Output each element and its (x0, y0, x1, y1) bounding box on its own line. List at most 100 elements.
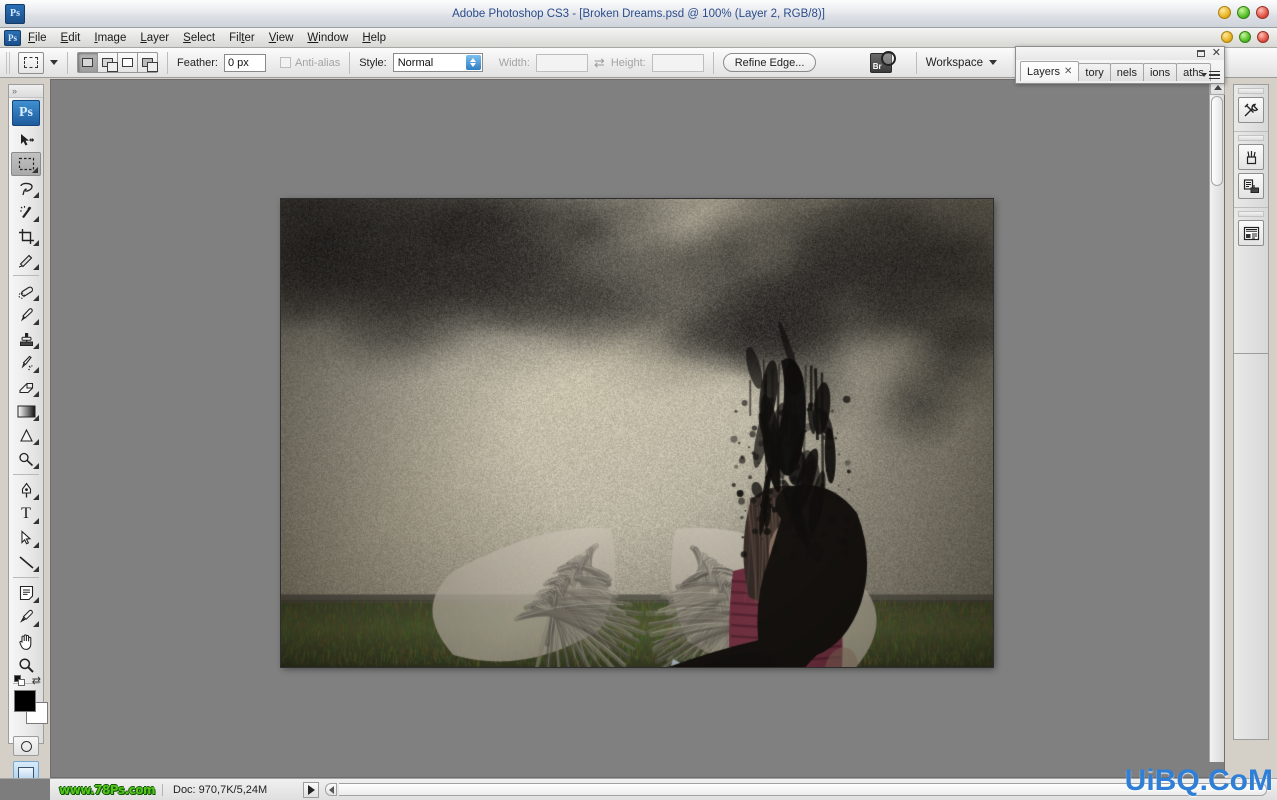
tab-close-icon[interactable]: ✕ (1064, 66, 1072, 77)
rectangular-marquee-icon (24, 57, 38, 68)
magic-wand-tool[interactable] (11, 200, 41, 224)
crop-tool[interactable] (11, 224, 41, 248)
tool-preset-chevron-down-icon[interactable] (50, 60, 58, 65)
scroll-left-button[interactable] (325, 783, 337, 796)
photoshop-window: Ps Adobe Photoshop CS3 - [Broken Dreams.… (0, 0, 1277, 800)
type-tool-icon: T (21, 506, 31, 522)
subtract-from-selection-button[interactable] (117, 52, 138, 73)
lasso-tool[interactable] (11, 176, 41, 200)
menu-select[interactable]: Select (176, 30, 222, 46)
title-bar: Ps Adobe Photoshop CS3 - [Broken Dreams.… (0, 0, 1277, 28)
tool-presets-icon[interactable] (1238, 97, 1264, 123)
menu-file[interactable]: File (21, 30, 54, 46)
tools-panel-collapse-handle[interactable]: » (9, 85, 43, 98)
default-colors-icon[interactable] (14, 675, 25, 686)
intersect-with-selection-button[interactable] (137, 52, 158, 73)
floating-panel-titlebar[interactable]: ✕ (1016, 47, 1224, 60)
minimize-icon[interactable] (1197, 50, 1205, 57)
style-select[interactable]: Normal (393, 53, 483, 72)
minimize-button[interactable] (1218, 6, 1231, 19)
tab-actions[interactable]: ions (1143, 63, 1177, 81)
swap-dimensions-icon[interactable]: ⇄ (594, 55, 605, 71)
pen-tool[interactable] (11, 478, 41, 502)
clone-stamp-tool[interactable] (11, 327, 41, 351)
menu-image[interactable]: Image (87, 30, 133, 46)
vertical-scroll-thumb[interactable] (1211, 96, 1223, 186)
blur-tool[interactable] (11, 423, 41, 447)
foreground-color-swatch[interactable] (14, 690, 36, 712)
menu-bar: Ps File Edit Image Layer Select Filter V… (0, 28, 1277, 48)
close-button[interactable] (1256, 6, 1269, 19)
hand-tool[interactable] (11, 629, 41, 653)
dodge-tool[interactable] (11, 447, 41, 471)
panel-menu-icon[interactable] (1201, 71, 1220, 80)
doc-close-button[interactable] (1257, 31, 1269, 43)
style-spinner-icon[interactable] (466, 55, 481, 70)
quick-mask-mode-button[interactable] (13, 736, 39, 756)
doc-minimize-button[interactable] (1221, 31, 1233, 43)
menu-edit[interactable]: Edit (54, 30, 88, 46)
options-bar-grip[interactable] (6, 52, 12, 74)
refine-edge-button[interactable]: Refine Edge... (723, 53, 817, 72)
tools-panel: » Ps (8, 84, 44, 744)
doc-maximize-button[interactable] (1239, 31, 1251, 43)
bridge-icon[interactable]: Br (870, 53, 892, 73)
dock-group-handle[interactable] (1238, 211, 1264, 217)
menu-help[interactable]: Help (355, 30, 393, 46)
dock-group-handle[interactable] (1238, 88, 1264, 94)
flyout-corner-icon (33, 295, 39, 301)
image-canvas[interactable] (281, 199, 993, 667)
canvas-vertical-scrollbar[interactable] (1209, 80, 1224, 762)
dock-group-layer-comps (1234, 208, 1268, 254)
flyout-corner-icon (33, 463, 39, 469)
clone-source-icon[interactable] (1238, 173, 1264, 199)
eraser-tool[interactable] (11, 375, 41, 399)
gradient-tool[interactable] (11, 399, 41, 423)
tab-layers[interactable]: Layers ✕ (1020, 61, 1079, 81)
brush-tool[interactable] (11, 303, 41, 327)
slice-tool[interactable] (11, 248, 41, 272)
menu-view[interactable]: View (262, 30, 301, 46)
menu-layer[interactable]: Layer (133, 30, 176, 46)
new-selection-button[interactable] (77, 52, 98, 73)
anti-alias-checkbox[interactable] (280, 57, 291, 68)
history-brush-tool[interactable] (11, 351, 41, 375)
tab-channels[interactable]: nels (1110, 63, 1144, 81)
dock-group-brushes (1234, 132, 1268, 208)
dock-group-handle[interactable] (1238, 135, 1264, 141)
path-selection-tool[interactable] (11, 526, 41, 550)
active-tool-icon[interactable] (18, 52, 44, 74)
height-input[interactable] (652, 54, 704, 72)
brushes-icon[interactable] (1238, 144, 1264, 170)
eyedropper-tool[interactable] (11, 605, 41, 629)
flyout-corner-icon (33, 343, 39, 349)
flyout-corner-icon (33, 566, 39, 572)
layer-comps-icon[interactable] (1238, 220, 1264, 246)
swap-colors-icon[interactable]: ⇄ (32, 674, 41, 687)
menu-window[interactable]: Window (300, 30, 355, 46)
divider (13, 474, 39, 475)
close-icon[interactable]: ✕ (1212, 49, 1221, 58)
move-tool[interactable] (11, 128, 41, 152)
workspace-button[interactable]: Workspace (926, 57, 997, 69)
flyout-corner-icon (33, 240, 39, 246)
feather-input[interactable] (224, 54, 266, 72)
tab-history[interactable]: tory (1078, 63, 1110, 81)
menu-app-logo-icon[interactable]: Ps (4, 30, 21, 46)
healing-brush-tool[interactable] (11, 279, 41, 303)
tab-history-label: tory (1085, 67, 1103, 79)
type-tool[interactable]: T (11, 502, 41, 526)
width-input[interactable] (536, 54, 588, 72)
status-expand-button[interactable] (303, 782, 319, 798)
flyout-corner-icon (33, 494, 39, 500)
artwork-canvas[interactable] (281, 199, 993, 667)
add-to-selection-button[interactable] (97, 52, 118, 73)
flyout-corner-icon (33, 542, 39, 548)
notes-tool[interactable] (11, 581, 41, 605)
floating-panel[interactable]: ✕ Layers ✕ tory nels ions aths (1015, 46, 1225, 84)
menu-filter[interactable]: Filter (222, 30, 262, 46)
rectangular-marquee-tool[interactable] (11, 152, 41, 176)
maximize-button[interactable] (1237, 6, 1250, 19)
line-tool[interactable] (11, 550, 41, 574)
flyout-corner-icon (33, 597, 39, 603)
